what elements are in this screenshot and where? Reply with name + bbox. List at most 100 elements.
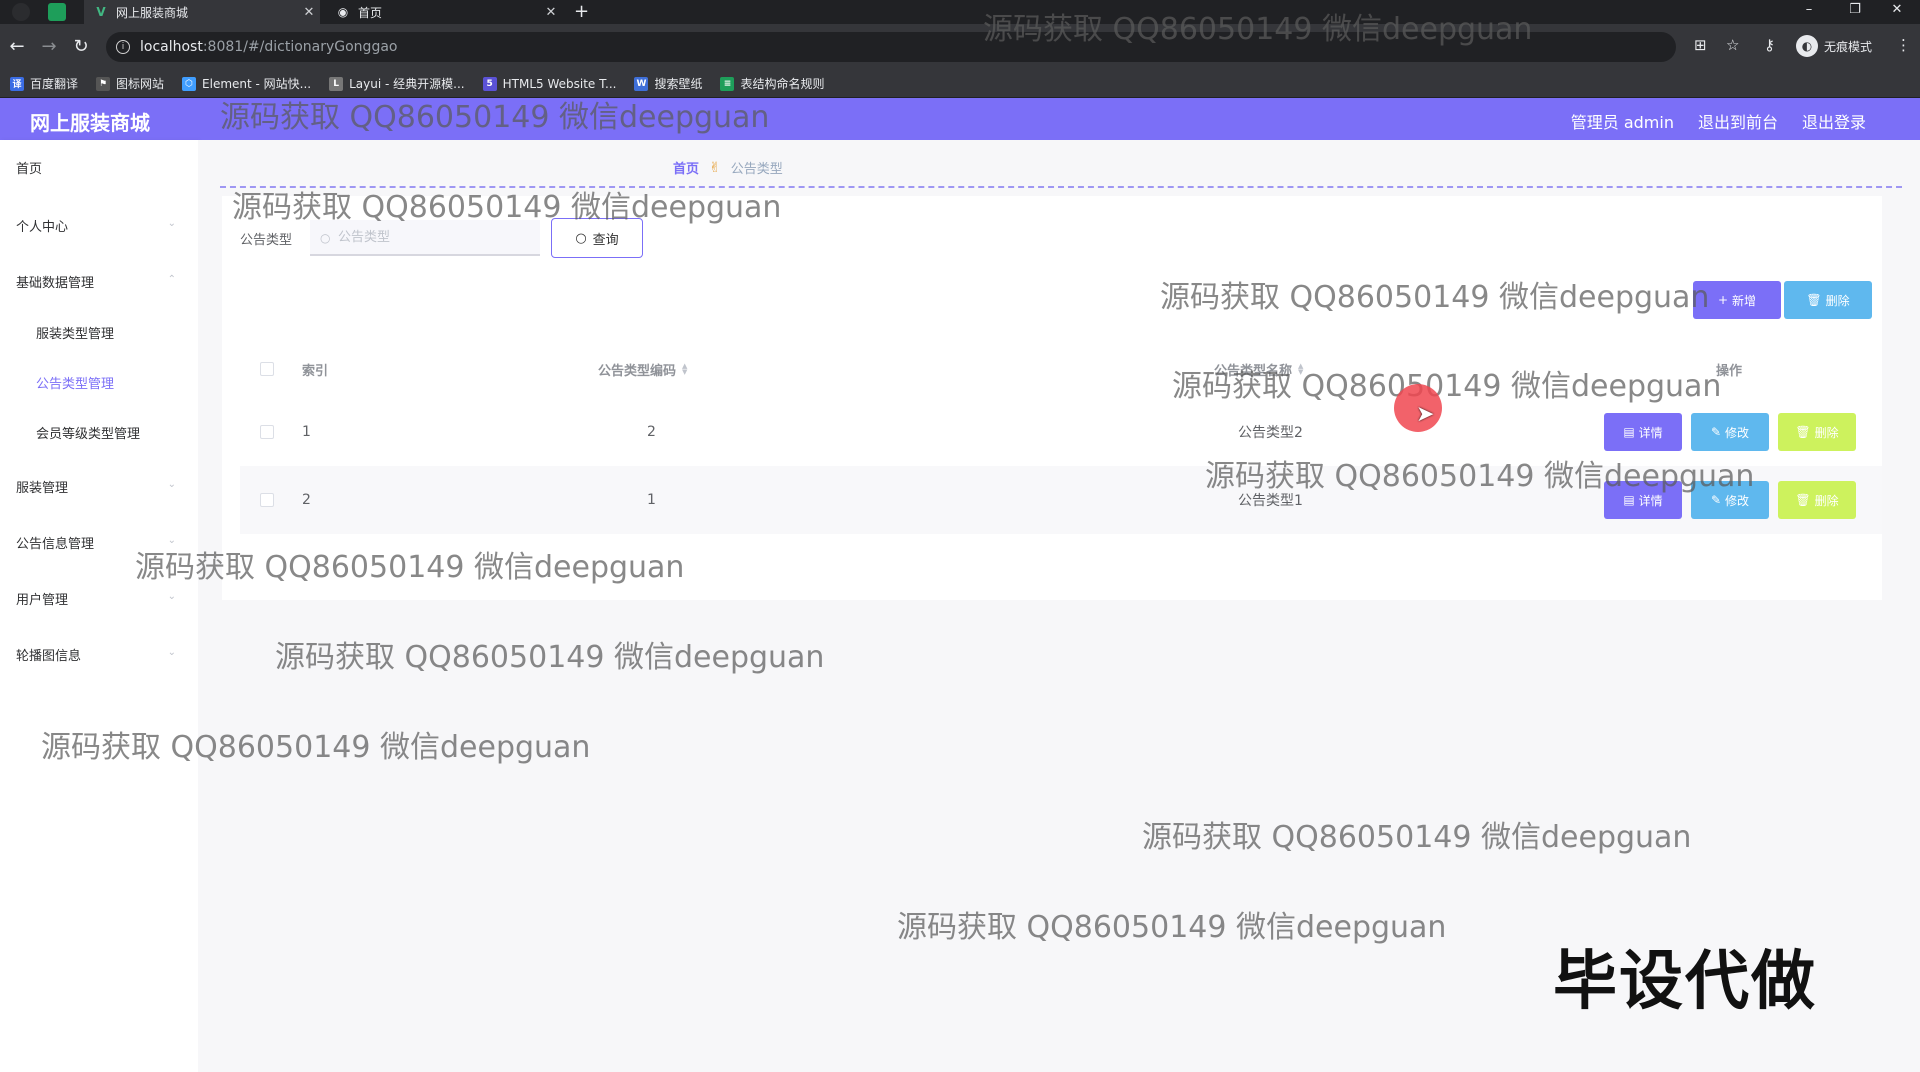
admin-user-label: 管理员 admin [1570,113,1674,132]
url-host: localhost [140,39,203,55]
bookmark-item[interactable]: ⬡ Element - 网站快... [182,75,311,92]
delete-button[interactable]: 🗑 删除 [1778,481,1856,519]
chevron-down-icon: ⌄ [167,535,176,546]
column-code[interactable]: 公告类型编码 ▲ ▼ [598,340,687,398]
close-icon[interactable]: ✕ [298,5,320,20]
close-icon[interactable]: ✕ [540,5,562,20]
sort-icon[interactable]: ▲ ▼ [682,363,687,376]
app-header: 网上服装商城 管理员 admin 退出到前台 退出登录 [0,98,1920,140]
trash-icon: 🗑 [1795,425,1811,439]
sidebar-menu: 首页 个人中心 ⌄ 基础数据管理 ⌃ 服装类型管理 公告类型管理 会员等级类型管… [0,140,198,1072]
pencil-icon: ✎ [1710,493,1722,507]
row-index: 2 [302,492,311,508]
breadcrumb: 首页 ✌ 公告类型 [673,158,783,178]
add-button-label: 新增 [1732,293,1757,308]
tab-title: 网上服装商城 [116,5,189,20]
site-info-icon[interactable]: i [116,40,130,54]
detail-button[interactable]: ▤ 详情 [1604,481,1682,519]
query-button[interactable]: ○ 查询 [551,218,643,258]
column-code-label: 公告类型编码 [598,363,677,379]
search-icon: ○ [575,230,587,246]
document-icon: ▤ [1623,425,1635,439]
element-icon: ⬡ [182,76,197,91]
url-path: :8081/#/dictionaryGonggao [202,39,398,55]
delete-button[interactable]: 🗑 删除 [1778,413,1856,451]
pencil-icon: ✎ [1710,425,1722,439]
layui-icon: L [329,76,344,91]
batch-delete-button[interactable]: 🗑 删除 [1784,281,1872,319]
search-icon: ○ [320,231,331,245]
bookmark-item[interactable]: 译百度翻译 [10,75,78,92]
add-button[interactable]: + 新增 [1693,281,1781,319]
sidebar-item-personal-center[interactable]: 个人中心 [16,216,68,235]
restore-icon[interactable]: ❐ [1832,0,1878,24]
sidebar-item-member-level[interactable]: 会员等级类型管理 [36,423,140,442]
chrome-menu-icon[interactable] [12,3,30,21]
sidebar-item-notice-type[interactable]: 公告类型管理 [36,373,114,392]
row-index: 1 [302,424,311,440]
mouse-cursor-icon: ➤ [1416,402,1435,427]
table-row: 1 2 公告类型2 ▤ 详情 ✎ 修改 🗑 删除 [240,398,1882,466]
bookmark-item[interactable]: L Layui - 经典开源模... [329,75,465,92]
sidebar-item-clothing-type[interactable]: 服装类型管理 [36,323,114,342]
new-tab-icon[interactable]: + [574,1,589,22]
key-icon[interactable]: ⚷ [1764,36,1775,54]
incognito-indicator[interactable]: ◐ 无痕模式 [1796,34,1872,58]
detail-button[interactable]: ▤ 详情 [1604,413,1682,451]
hand-icon: ✌ [709,159,721,176]
logout-link[interactable]: 退出登录 [1802,109,1866,133]
reload-icon[interactable]: ↻ [70,36,92,57]
globe-icon: ◉ [337,5,349,19]
vue-icon: V [96,5,106,19]
html5-icon: 5 [482,76,497,91]
sidebar-item-clothing[interactable]: 服装管理 [16,477,68,496]
sidebar-item-base-data[interactable]: 基础数据管理 [16,272,94,291]
tab-active[interactable]: V 网上服装商城 ✕ [84,0,320,24]
sidebar-item-home[interactable]: 首页 [16,158,42,177]
sidebar-item-users[interactable]: 用户管理 [16,589,68,608]
column-index: 索引 [302,363,329,379]
sidebar-item-carousel[interactable]: 轮播图信息 [16,645,81,664]
go-to-frontend-link[interactable]: 退出到前台 [1698,109,1778,133]
address-bar-row: ← → ↻ i localhost:8081/#/dictionaryGongg… [0,24,1920,70]
pinned-tab-icon[interactable] [48,3,66,21]
kebab-menu-icon[interactable]: ⋮ [1896,36,1911,54]
batch-delete-label: 删除 [1825,293,1850,308]
plus-icon: + [1717,293,1729,307]
window-close-icon[interactable]: ✕ [1874,0,1920,24]
breadcrumb-home[interactable]: 首页 [673,158,699,177]
forward-icon[interactable]: → [38,36,60,57]
sort-icon[interactable]: ▲ ▼ [1298,363,1303,376]
flag-icon: ⚑ [96,76,111,91]
bookmark-item[interactable]: ⚑ 图标网站 [96,75,164,92]
tab-inactive[interactable]: ◉ 首页 ✕ [326,0,562,24]
search-input[interactable] [310,220,540,256]
baidu-translate-icon: 译 [10,76,24,91]
chevron-up-icon: ⌃ [167,274,176,285]
chevron-down-icon: ⌄ [167,218,176,229]
edit-button[interactable]: ✎ 修改 [1691,481,1769,519]
tab-title: 首页 [358,5,383,20]
translate-icon[interactable]: ⊞ [1694,36,1707,54]
back-icon[interactable]: ← [6,36,28,57]
bookmark-item[interactable]: 5 HTML5 Website T... [482,76,616,91]
chevron-down-icon: ⌄ [167,479,176,490]
app-title: 网上服装商城 [30,111,150,135]
row-checkbox[interactable] [260,466,274,534]
minimize-icon[interactable]: – [1786,0,1832,24]
sheet-icon: ≡ [720,76,735,91]
url-field[interactable]: i localhost:8081/#/dictionaryGonggao [106,32,1676,62]
bookmark-item[interactable]: W 搜索壁纸 [634,75,702,92]
breadcrumb-current: 公告类型 [730,162,783,177]
chevron-down-icon: ⌄ [167,647,176,658]
row-checkbox[interactable] [260,398,274,466]
column-name[interactable]: 公告类型名称 ▲ ▼ [1214,340,1303,398]
browser-tab-strip: V 网上服装商城 ✕ ◉ 首页 ✕ + – ❐ ✕ [0,0,1920,24]
sidebar-item-notice-info[interactable]: 公告信息管理 [16,533,94,552]
document-icon: ▤ [1623,493,1635,507]
bookmark-item[interactable]: ≡ 表结构命名规则 [720,75,824,92]
bookmark-star-icon[interactable]: ☆ [1726,36,1739,54]
edit-button[interactable]: ✎ 修改 [1691,413,1769,451]
chevron-down-icon: ⌄ [167,591,176,602]
select-all-checkbox[interactable] [260,340,274,398]
